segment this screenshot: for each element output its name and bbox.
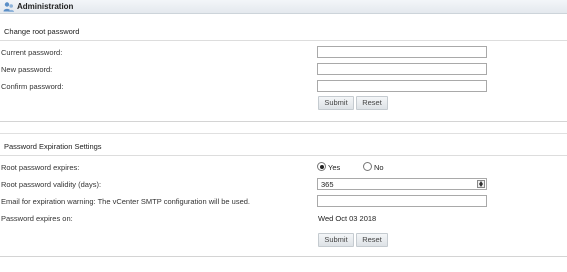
submit-expiration-button[interactable]: Submit xyxy=(318,233,354,247)
section-divider xyxy=(0,40,567,41)
admin-users-icon xyxy=(3,2,14,12)
expires-no-radio[interactable] xyxy=(363,162,372,171)
root-password-expires-label: Root password expires: xyxy=(1,163,80,172)
current-password-label: Current password: xyxy=(1,48,63,57)
password-validity-label: Root password validity (days): xyxy=(1,180,102,189)
reset-expiration-button[interactable]: Reset xyxy=(356,233,388,247)
new-password-field[interactable] xyxy=(317,63,487,75)
spinner-arrows-icon[interactable] xyxy=(477,180,485,188)
section-divider xyxy=(0,155,567,156)
password-expiration-section: Password Expiration Settings Root passwo… xyxy=(0,133,567,257)
current-password-field[interactable] xyxy=(317,46,487,58)
expires-yes-radio[interactable] xyxy=(317,162,326,171)
password-expires-on-value: Wed Oct 03 2018 xyxy=(318,214,377,223)
admin-header: Administration xyxy=(0,0,567,14)
page-title: Administration xyxy=(17,2,74,11)
password-validity-value: 365 xyxy=(321,180,334,189)
expires-yes-label: Yes xyxy=(328,163,341,172)
reset-password-button[interactable]: Reset xyxy=(356,96,388,110)
confirm-password-label: Confirm password: xyxy=(1,82,64,91)
password-validity-stepper[interactable]: 365 xyxy=(317,178,487,190)
section-title-expiration: Password Expiration Settings xyxy=(4,142,102,151)
expiration-email-label: Email for expiration warning: The vCente… xyxy=(1,197,251,206)
confirm-password-field[interactable] xyxy=(317,80,487,92)
expiration-email-field[interactable] xyxy=(317,195,487,207)
section-title-change-password: Change root password xyxy=(4,27,80,36)
new-password-label: New password: xyxy=(1,65,53,74)
spinner-down-icon[interactable] xyxy=(479,184,483,187)
submit-password-button[interactable]: Submit xyxy=(318,96,354,110)
change-root-password-section: Change root password Current password: N… xyxy=(0,14,567,122)
expires-no-label: No xyxy=(374,163,384,172)
password-expires-on-label: Password expires on: xyxy=(1,214,73,223)
